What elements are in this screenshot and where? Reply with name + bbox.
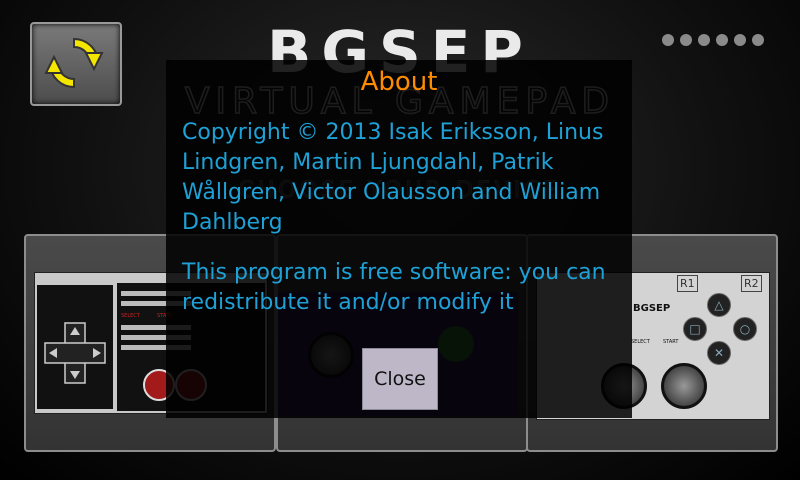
square-icon: □	[683, 317, 707, 341]
ps-select-label: SELECT	[631, 339, 650, 345]
cross-icon: ✕	[707, 341, 731, 365]
ps-right-stick	[661, 363, 707, 409]
ps-r2-button: R2	[741, 275, 762, 292]
dpad-icon	[44, 322, 106, 384]
about-dialog: About Copyright © 2013 Isak Eriksson, Li…	[166, 60, 632, 418]
circle-icon: ○	[733, 317, 757, 341]
dialog-body: Copyright © 2013 Isak Eriksson, Linus Li…	[182, 118, 622, 338]
nes-select-label: SELECT	[121, 313, 140, 319]
copyright-text: Copyright © 2013 Isak Eriksson, Linus Li…	[182, 120, 604, 235]
ps-start-label: START	[663, 339, 679, 345]
dialog-title: About	[360, 67, 438, 97]
close-button[interactable]: Close	[362, 348, 438, 410]
ps-r1-button: R1	[677, 275, 698, 292]
nes-dpad-panel	[37, 285, 113, 409]
ps-brand-label: BGSEP	[633, 303, 671, 314]
triangle-icon: △	[707, 293, 731, 317]
license-text: This program is free software: you can r…	[182, 260, 606, 315]
